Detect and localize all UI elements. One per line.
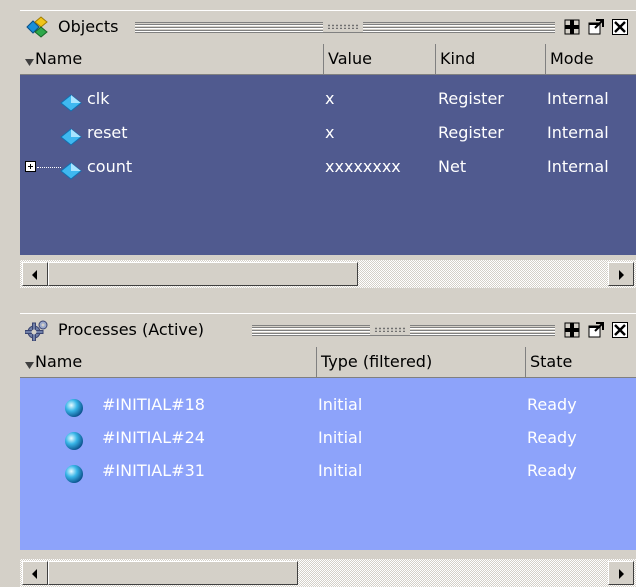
sphere-process-icon	[64, 462, 84, 496]
expand-plus-icon[interactable]	[25, 161, 36, 172]
object-mode: Internal	[547, 157, 609, 176]
column-name[interactable]: Name	[33, 347, 316, 377]
horizontal-scrollbar[interactable]	[20, 559, 636, 587]
right-arrow-icon	[619, 270, 624, 280]
column-state[interactable]: State	[525, 347, 636, 377]
grip-dots	[323, 21, 363, 32]
object-value: xxxxxxxx	[325, 157, 401, 176]
column-kind[interactable]: Kind	[435, 44, 545, 74]
process-type: Initial	[318, 461, 363, 480]
right-arrow-icon	[619, 569, 624, 579]
process-name: #INITIAL#18	[102, 395, 205, 414]
scroll-left-button[interactable]	[22, 262, 48, 286]
add-icon[interactable]	[562, 17, 582, 37]
table-row[interactable]: #INITIAL#31 Initial Ready	[20, 454, 636, 488]
column-value[interactable]: Value	[323, 44, 435, 74]
column-mode[interactable]: Mode	[545, 44, 636, 74]
process-type: Initial	[318, 428, 363, 447]
object-kind: Net	[438, 157, 467, 176]
process-state: Ready	[527, 395, 577, 414]
pane-splitter[interactable]	[20, 290, 636, 313]
object-kind: Register	[438, 89, 504, 108]
scroll-right-button[interactable]	[608, 561, 634, 585]
close-icon[interactable]	[610, 17, 630, 37]
processes-pane: Processes (Active) Name Type (filtered) …	[20, 313, 636, 587]
table-row[interactable]: count xxxxxxxx Net Internal	[20, 150, 636, 184]
object-kind: Register	[438, 123, 504, 142]
table-row[interactable]: #INITIAL#18 Initial Ready	[20, 388, 636, 422]
process-state: Ready	[527, 461, 577, 480]
object-value: x	[325, 89, 335, 108]
table-row[interactable]: clk x Register Internal	[20, 82, 636, 116]
process-name: #INITIAL#31	[102, 461, 205, 480]
object-mode: Internal	[547, 123, 609, 142]
left-arrow-icon	[32, 270, 37, 280]
diamond-signal-icon	[60, 158, 82, 192]
horizontal-scrollbar[interactable]	[20, 260, 636, 288]
objects-column-header: Name Value Kind Mode	[20, 44, 636, 75]
scroll-right-button[interactable]	[608, 262, 634, 286]
column-name[interactable]: Name	[33, 44, 323, 74]
process-state: Ready	[527, 428, 577, 447]
table-row[interactable]: reset x Register Internal	[20, 116, 636, 150]
undock-icon[interactable]	[586, 17, 606, 37]
objects-cube-icon	[25, 16, 49, 38]
scroll-left-button[interactable]	[22, 561, 48, 585]
object-name: clk	[87, 89, 110, 108]
close-icon[interactable]	[610, 320, 630, 340]
scroll-thumb[interactable]	[48, 262, 358, 286]
object-name: reset	[87, 123, 128, 142]
add-icon[interactable]	[562, 320, 582, 340]
tree-connector	[37, 167, 61, 169]
objects-title: Objects	[58, 17, 119, 36]
left-arrow-icon	[32, 569, 37, 579]
process-type: Initial	[318, 395, 363, 414]
object-name: count	[87, 157, 133, 176]
processes-title: Processes (Active)	[58, 320, 204, 339]
scroll-thumb[interactable]	[48, 561, 298, 585]
processes-column-header: Name Type (filtered) State	[20, 347, 636, 378]
processes-titlebar[interactable]: Processes (Active)	[20, 313, 636, 346]
objects-titlebar[interactable]: Objects	[20, 10, 636, 43]
grip-dots	[370, 324, 410, 335]
undock-icon[interactable]	[586, 320, 606, 340]
column-type[interactable]: Type (filtered)	[316, 347, 525, 377]
objects-pane: Objects Name Value Kind Mode clk x Regis…	[20, 10, 636, 290]
gear-icon	[24, 319, 49, 342]
process-name: #INITIAL#24	[102, 428, 205, 447]
objects-list[interactable]: clk x Register Internal reset x Register…	[20, 75, 636, 255]
object-value: x	[325, 123, 335, 142]
table-row[interactable]: #INITIAL#24 Initial Ready	[20, 421, 636, 455]
processes-list[interactable]: #INITIAL#18 Initial Ready #INITIAL#24 In…	[20, 378, 636, 550]
object-mode: Internal	[547, 89, 609, 108]
